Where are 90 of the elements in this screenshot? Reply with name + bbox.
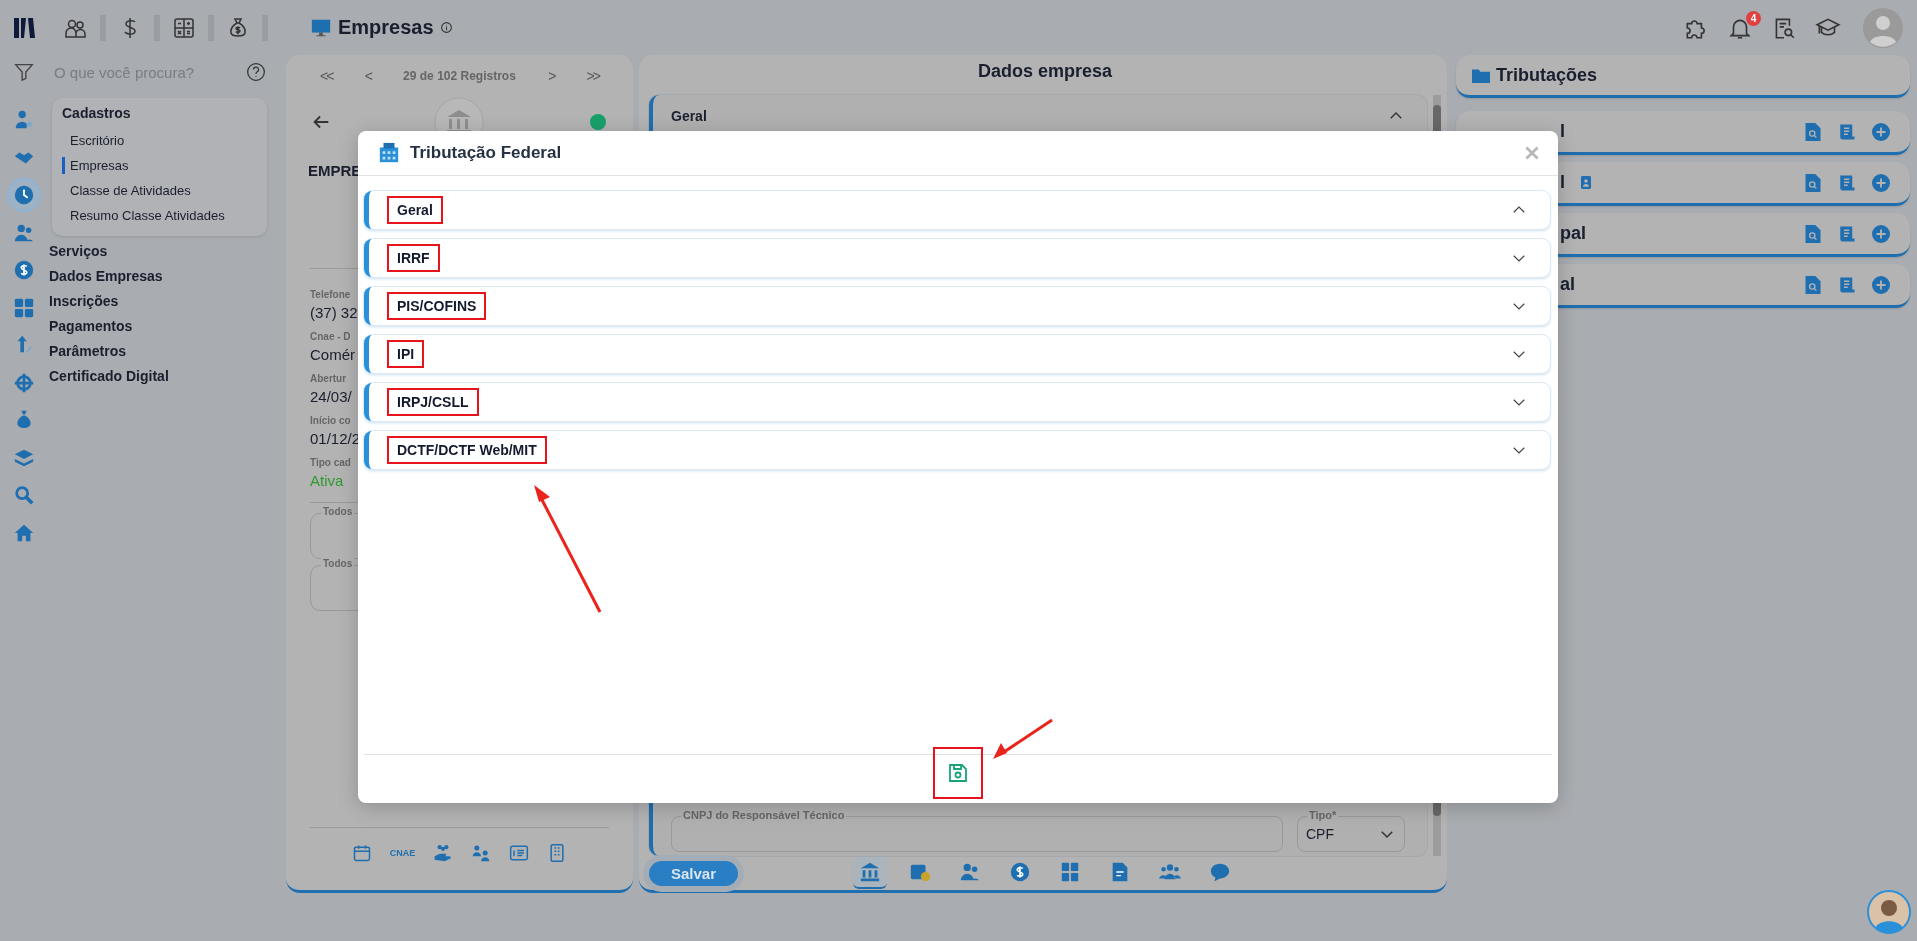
- avatar-photo-placeholder[interactable]: [1867, 890, 1911, 934]
- section-title: DCTF/DCTF Web/MIT: [387, 436, 547, 464]
- calendar-icon[interactable]: [351, 843, 372, 863]
- scroll-icon[interactable]: [1838, 122, 1856, 141]
- document-search-icon[interactable]: [1804, 275, 1822, 294]
- scroll-icon[interactable]: [1838, 275, 1856, 294]
- annotation-arrow: [993, 718, 1053, 759]
- field-label: Telefone: [310, 288, 351, 302]
- field-label: Início co: [310, 414, 351, 428]
- search-icon: [13, 484, 35, 506]
- field-label: Tipo cad: [310, 456, 351, 470]
- help-icon[interactable]: [246, 62, 266, 82]
- section-title: Geral: [387, 196, 443, 224]
- menu-item[interactable]: Certificado Digital: [48, 364, 286, 389]
- section-title[interactable]: Geral: [671, 108, 707, 124]
- hand-people-icon[interactable]: [433, 843, 454, 863]
- scroll-icon[interactable]: [1838, 224, 1856, 243]
- menu-item[interactable]: Dados Empresas: [48, 264, 286, 289]
- first-page-button[interactable]: <<: [320, 68, 333, 84]
- notification-badge: 4: [1746, 10, 1761, 26]
- accordion-section[interactable]: IPI: [364, 335, 1550, 373]
- submenu-item[interactable]: Escritório: [62, 128, 257, 153]
- rail-button[interactable]: [9, 180, 39, 210]
- close-icon[interactable]: [1524, 145, 1540, 161]
- document-search-icon[interactable]: [1804, 224, 1822, 243]
- accordion-section[interactable]: IRPJ/CSLL: [364, 383, 1550, 421]
- chat-icon: [1209, 861, 1231, 883]
- section-title: IRRF: [387, 244, 440, 272]
- user-gear-icon: [13, 109, 35, 131]
- add-icon[interactable]: [1872, 224, 1890, 243]
- dollar-icon: [1009, 861, 1031, 883]
- last-page-button[interactable]: >>: [586, 68, 599, 84]
- menu-item[interactable]: Inscrições: [48, 289, 286, 314]
- submenu-item[interactable]: Empresas: [62, 157, 257, 174]
- submenu-item[interactable]: Resumo Classe Atividades: [62, 203, 257, 228]
- dialog-title: Tributação Federal: [410, 143, 562, 163]
- panel-title: Tributações: [1496, 64, 1598, 86]
- field-value: 24/03/: [310, 387, 352, 407]
- crosshair-icon: [13, 371, 35, 394]
- field-value: 01/12/2: [310, 429, 361, 449]
- accordion-section[interactable]: Geral: [364, 191, 1550, 229]
- menu-item[interactable]: Pagamentos: [48, 314, 286, 339]
- section-title: PIS/COFINS: [387, 292, 487, 320]
- user-avatar-icon[interactable]: [1863, 7, 1903, 48]
- calculator-icon[interactable]: [172, 15, 196, 40]
- grid-icon: [13, 296, 35, 319]
- card-title: pal: [1560, 223, 1586, 244]
- status-dot: [590, 114, 606, 130]
- company-name: EMPRE: [308, 161, 362, 181]
- building-icon: [378, 142, 400, 164]
- menu-item[interactable]: Serviços: [48, 239, 286, 264]
- accordion-section[interactable]: PIS/COFINS: [364, 287, 1550, 325]
- dollar-icon: [13, 259, 35, 281]
- bank-icon: [859, 861, 881, 883]
- card-title: l: [1560, 172, 1565, 193]
- page-title: Empresas: [338, 16, 434, 39]
- save-icon[interactable]: [946, 761, 970, 785]
- field-value: Comér: [310, 345, 355, 365]
- field-label: Abertur: [310, 372, 347, 386]
- previous-page-button[interactable]: <: [364, 68, 371, 84]
- menu-group-title[interactable]: Cadastros: [62, 102, 257, 124]
- folder-icon: [1472, 67, 1490, 83]
- card-title: l: [1560, 121, 1565, 142]
- accordion-section[interactable]: IRRF: [364, 239, 1550, 277]
- field-label: Cnae - D: [310, 330, 351, 344]
- add-icon[interactable]: [1872, 122, 1890, 141]
- id-card-icon[interactable]: [509, 843, 530, 863]
- filter-icon[interactable]: [13, 61, 35, 83]
- scroll-icon[interactable]: [1838, 173, 1856, 192]
- document-search-icon[interactable]: [1804, 173, 1822, 192]
- people-transfer-icon[interactable]: [471, 843, 492, 863]
- card-title: al: [1560, 274, 1575, 295]
- panel-title: Dados empresa: [976, 60, 1114, 83]
- clock-icon: [13, 184, 35, 206]
- field-value: Ativa: [310, 471, 344, 491]
- accordion-section[interactable]: DCTF/DCTF Web/MIT: [364, 431, 1550, 469]
- info-icon[interactable]: [439, 21, 453, 34]
- section-title: IPI: [387, 340, 425, 368]
- submenu-item[interactable]: Classe de Atividades: [62, 178, 257, 203]
- add-icon[interactable]: [1872, 275, 1890, 294]
- menu-item[interactable]: Parâmetros: [48, 339, 286, 364]
- calculator-icon: [1059, 861, 1081, 883]
- next-page-button[interactable]: >: [548, 68, 555, 84]
- field-value: (37) 32: [310, 303, 358, 323]
- document-search-icon[interactable]: [1804, 122, 1822, 141]
- tab[interactable]: [853, 857, 887, 889]
- people-icon: [959, 861, 981, 883]
- record-counter: 29 de 102 Registros: [403, 69, 516, 83]
- add-icon[interactable]: [1872, 173, 1890, 192]
- section-title: IRPJ/CSLL: [387, 388, 479, 416]
